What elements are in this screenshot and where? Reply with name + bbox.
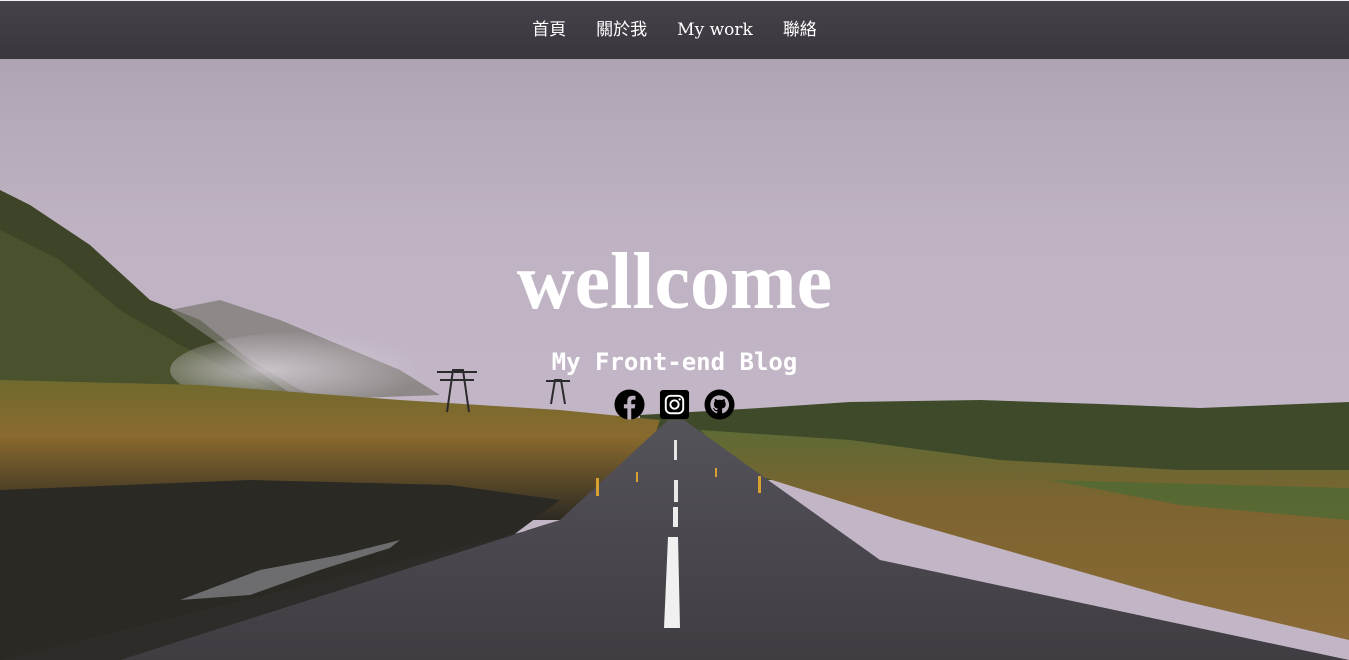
facebook-icon[interactable] <box>614 389 645 420</box>
page: 首頁 關於我 My work 聯絡 wellcome My Front-end … <box>0 0 1349 660</box>
nav-item-about-me[interactable]: 關於我 <box>581 1 662 59</box>
social-links <box>0 389 1349 420</box>
instagram-icon[interactable] <box>659 389 690 420</box>
nav-item-home[interactable]: 首頁 <box>517 1 581 59</box>
top-border-line <box>0 0 1349 1</box>
nav-item-contact[interactable]: 聯絡 <box>768 1 832 59</box>
hero-title: wellcome <box>516 238 833 326</box>
hero-subtitle: My Front-end Blog <box>551 348 798 376</box>
top-navigation-bar: 首頁 關於我 My work 聯絡 <box>0 1 1349 59</box>
github-icon[interactable] <box>704 389 735 420</box>
nav-item-my-work[interactable]: My work <box>662 1 768 59</box>
